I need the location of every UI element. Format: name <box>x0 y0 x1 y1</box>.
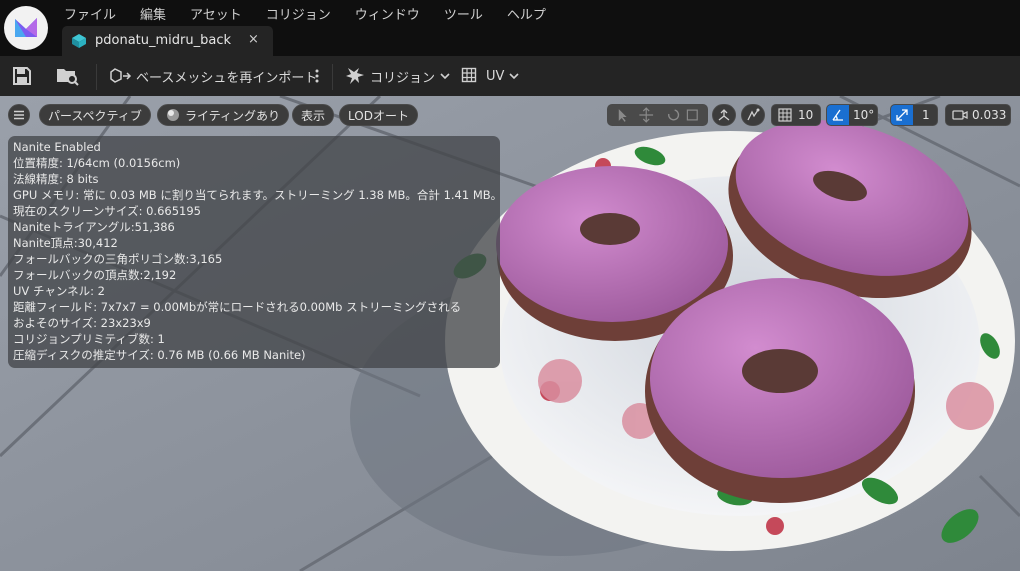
static-mesh-icon <box>72 34 86 48</box>
save-icon <box>13 67 31 85</box>
coordinate-axes-icon <box>718 109 730 121</box>
tab-close-button[interactable]: × <box>248 32 259 47</box>
menu-collision[interactable]: コリジョン <box>254 0 343 24</box>
menu-tools[interactable]: ツール <box>432 0 495 24</box>
surface-snap-button[interactable] <box>741 104 765 126</box>
more-options-button[interactable] <box>312 56 322 96</box>
angle-snap-toggle[interactable] <box>827 105 849 125</box>
scale-snap-toggle[interactable] <box>891 105 913 125</box>
stat-nanite-triangles: Naniteトライアングル:51,386 <box>13 220 175 234</box>
scale-snap-icon <box>896 109 908 121</box>
select-tool-icon <box>618 109 627 122</box>
perspective-button[interactable]: パースペクティブ <box>39 104 151 126</box>
uv-dropdown[interactable]: UV <box>461 56 519 96</box>
angle-snap-value: 10° <box>853 108 875 122</box>
stat-distance-field: 距離フィールド: 7x7x7 = 0.00Mbが常にロードされる0.00Mb ス… <box>13 300 462 314</box>
menu-file[interactable]: ファイル <box>52 0 128 24</box>
lod-button[interactable]: LODオート <box>339 104 418 126</box>
viewport-options-button[interactable] <box>8 104 30 126</box>
stat-fallback-vertices: フォールバックの頂点数:2,192 <box>13 268 177 282</box>
menu-edit[interactable]: 編集 <box>128 0 178 24</box>
menu-asset[interactable]: アセット <box>178 0 254 24</box>
toolbar-divider <box>332 64 333 90</box>
collision-label: コリジョン <box>370 70 436 86</box>
grid-snap-control[interactable]: 10 <box>771 104 821 126</box>
browse-asset-button[interactable] <box>56 56 80 96</box>
transform-tools <box>607 104 708 126</box>
stat-approx-size: およそのサイズ: 23x23x9 <box>13 316 151 330</box>
grid-snap-icon <box>778 108 792 122</box>
rotate-tool-icon <box>668 109 680 121</box>
folder-search-icon <box>57 69 79 86</box>
save-button[interactable] <box>12 56 32 96</box>
scale-snap-control[interactable]: 1 <box>890 104 938 126</box>
menu-window[interactable]: ウィンドウ <box>343 0 432 24</box>
coordinate-system-button[interactable] <box>712 104 736 126</box>
kebab-menu-icon <box>315 69 319 83</box>
chevron-down-icon <box>509 73 519 80</box>
reimport-base-mesh-button[interactable]: ベースメッシュを再インポート <box>110 56 317 96</box>
surface-snap-icon <box>747 108 760 121</box>
stat-gpu-memory: GPU メモリ: 常に 0.03 MB に割り当てられます。ストリーミング 1.… <box>13 188 503 202</box>
grid-snap-value: 10 <box>798 108 814 122</box>
scale-tool-icon <box>686 109 698 121</box>
camera-icon <box>952 110 968 120</box>
stat-uv-channels: UV チャンネル: 2 <box>13 284 105 298</box>
viewport[interactable]: パースペクティブ ライティングあり 表示 LODオート 10 10° 1 0.0… <box>0 96 1020 571</box>
hamburger-menu-icon <box>14 110 24 120</box>
reimport-icon <box>110 68 132 83</box>
stat-nanite-vertices: Nanite頂点:30,412 <box>13 236 118 250</box>
stat-screen-size: 現在のスクリーンサイズ: 0.665195 <box>13 204 201 218</box>
translate-tool-icon <box>639 107 654 123</box>
view-mode-button[interactable]: ライティングあり <box>157 104 290 126</box>
collision-dropdown[interactable]: コリジョン <box>344 56 450 96</box>
stat-normal-precision: 法線精度: 8 bits <box>13 172 99 186</box>
stat-compressed-disk-size: 圧縮ディスクの推定サイズ: 0.76 MB (0.66 MB Nanite) <box>13 348 306 362</box>
toolbar: ベースメッシュを再インポート コリジョン UV <box>0 56 1020 96</box>
uv-grid-icon <box>461 67 477 83</box>
lit-sphere-icon <box>167 109 179 121</box>
camera-speed-control[interactable]: 0.033 <box>945 104 1011 126</box>
transform-tools-icons <box>618 107 698 123</box>
collision-icon <box>346 68 364 84</box>
view-mode-label: ライティングあり <box>185 108 281 123</box>
camera-speed-value: 0.033 <box>972 108 1007 122</box>
chevron-down-icon <box>440 73 450 80</box>
angle-snap-icon <box>832 109 843 121</box>
angle-snap-control[interactable]: 10° <box>826 104 878 126</box>
menu-bar: ファイル 編集 アセット コリジョン ウィンドウ ツール ヘルプ pdonatu… <box>0 0 1020 56</box>
app-logo <box>4 6 48 50</box>
uv-label: UV <box>486 68 505 84</box>
stat-fallback-triangles: フォールバックの三角ポリゴン数:3,165 <box>13 252 223 266</box>
toolbar-divider <box>96 64 97 90</box>
reimport-label: ベースメッシュを再インポート <box>136 70 318 86</box>
scale-snap-value: 1 <box>922 108 930 122</box>
stat-position-precision: 位置精度: 1/64cm (0.0156cm) <box>13 156 181 170</box>
app-logo-icon <box>15 18 37 37</box>
stat-nanite-enabled: Nanite Enabled <box>13 140 101 154</box>
asset-tab[interactable]: pdonatu_midru_back × <box>62 26 273 56</box>
stat-collision-primitives: コリジョンプリミティブ数: 1 <box>13 332 165 346</box>
show-button[interactable]: 表示 <box>292 104 335 126</box>
mesh-stats-overlay: Nanite Enabled 位置精度: 1/64cm (0.0156cm) 法… <box>8 136 503 368</box>
tab-title: pdonatu_midru_back <box>95 33 232 48</box>
menu-help[interactable]: ヘルプ <box>495 0 558 24</box>
